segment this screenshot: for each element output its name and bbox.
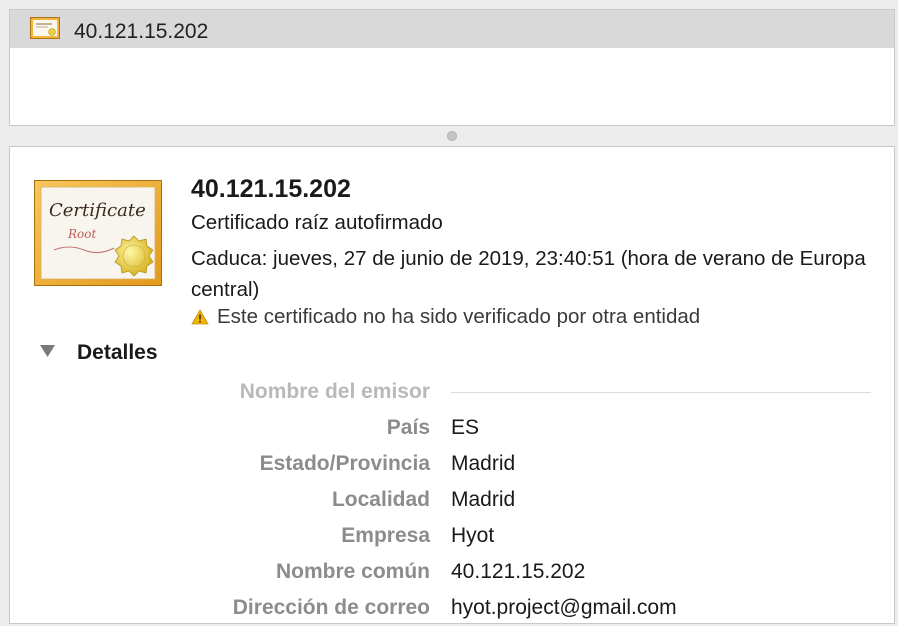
field-label: Dirección de correo [232, 596, 430, 619]
trust-warning-text: Este certificado no ha sido verificado p… [217, 305, 701, 328]
certificate-icon: Certificate Root [34, 180, 162, 286]
certificate-detail-panel: Certificate Root 40.121.15.202 Certifica… [9, 146, 895, 624]
trust-warning: Este certificado no ha sido verificado p… [191, 305, 700, 329]
field-value: Madrid [451, 488, 516, 511]
certificate-type: Certificado raíz autofirmado [191, 211, 443, 234]
certificate-list: 40.121.15.202 [9, 9, 895, 126]
list-item[interactable]: 40.121.15.202 [10, 10, 894, 48]
field-row-organization: Empresa Hyot [10, 524, 894, 556]
certificate-icon [30, 17, 60, 39]
certificate-name: 40.121.15.202 [191, 175, 351, 203]
list-item-title: 40.121.15.202 [74, 20, 209, 43]
field-row-locality: Localidad Madrid [10, 488, 894, 520]
disclosure-triangle-icon[interactable] [40, 345, 55, 357]
warning-icon [191, 309, 209, 325]
icon-subtitle: Root [67, 227, 96, 241]
field-label: Empresa [341, 524, 430, 547]
section-divider [451, 392, 871, 393]
field-row-common-name: Nombre común 40.121.15.202 [10, 560, 894, 592]
field-value: Madrid [451, 452, 516, 475]
field-row-email: Dirección de correo hyot.project@gmail.c… [10, 596, 894, 623]
field-value: 40.121.15.202 [451, 560, 586, 583]
icon-title: Certificate [49, 200, 146, 221]
certificate-expiry: Caduca: jueves, 27 de junio de 2019, 23:… [191, 247, 866, 301]
field-label: Localidad [331, 488, 430, 511]
field-label: Nombre común [275, 560, 430, 583]
field-label: Estado/Provincia [259, 452, 430, 475]
field-value: hyot.project@gmail.com [451, 596, 677, 619]
field-value: Hyot [451, 524, 495, 547]
field-label: País [386, 416, 430, 439]
field-row-country: País ES [10, 416, 894, 448]
section-title: Nombre del emisor [239, 380, 430, 403]
field-row-state: Estado/Provincia Madrid [10, 452, 894, 484]
field-value: ES [451, 416, 480, 439]
details-label[interactable]: Detalles [77, 341, 158, 365]
split-view-handle[interactable] [447, 131, 457, 141]
